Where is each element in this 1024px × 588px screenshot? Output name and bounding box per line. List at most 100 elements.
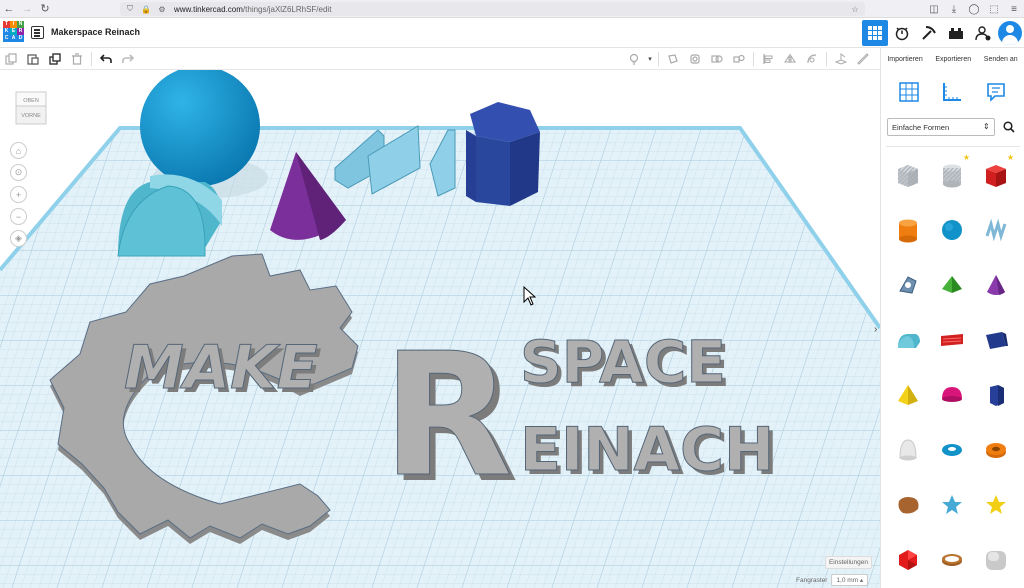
- redo-button[interactable]: [117, 48, 139, 70]
- workplane-button[interactable]: [830, 48, 852, 70]
- hole-button[interactable]: [684, 48, 706, 70]
- group-icon: [711, 55, 723, 63]
- edit-toolbar: ▾: [0, 48, 880, 70]
- cruise-button[interactable]: [801, 48, 823, 70]
- shape-box-hole[interactable]: [886, 147, 930, 202]
- undo-button[interactable]: [95, 48, 117, 70]
- shape-scribble[interactable]: [974, 202, 1018, 257]
- notes-button[interactable]: [623, 48, 645, 70]
- bookmark-star-icon[interactable]: ☆: [849, 3, 861, 15]
- send-to-button[interactable]: Senden an: [984, 56, 1018, 63]
- shape-button[interactable]: [662, 48, 684, 70]
- align-button[interactable]: [757, 48, 779, 70]
- export-button[interactable]: Exportieren: [935, 56, 971, 63]
- settings-button[interactable]: Einstellungen: [824, 556, 872, 569]
- shape-wedge[interactable]: [974, 312, 1018, 367]
- green-roof-icon: [942, 275, 962, 293]
- delete-button[interactable]: [66, 48, 88, 70]
- reload-icon[interactable]: ↻: [36, 0, 54, 18]
- perspective-button[interactable]: ◈: [10, 230, 27, 247]
- menu-icon[interactable]: ≡: [1004, 0, 1024, 18]
- shape-star[interactable]: [930, 477, 974, 532]
- snap-grid-select[interactable]: 1,0 mm ▴: [831, 574, 869, 586]
- shape-icosahedron[interactable]: [886, 532, 930, 587]
- blocks-button[interactable]: [916, 20, 942, 46]
- logo-tile: I: [10, 21, 17, 28]
- shape-ring[interactable]: [930, 532, 974, 587]
- shape-box[interactable]: ★: [974, 147, 1018, 202]
- shape-half-sphere[interactable]: [930, 367, 974, 422]
- pocket-icon[interactable]: ◫: [924, 0, 944, 18]
- ruler-angle-icon: [943, 83, 962, 101]
- shape-round-roof[interactable]: [886, 312, 930, 367]
- cube-icon: ◈: [15, 233, 22, 243]
- shape-cylinder-hole[interactable]: ★: [930, 147, 974, 202]
- notes-dropdown[interactable]: ▾: [645, 48, 655, 70]
- yellow-star-icon: [986, 494, 1006, 514]
- shape-polygon[interactable]: [974, 367, 1018, 422]
- fit-view-button[interactable]: ⊙: [10, 164, 27, 181]
- scene-svg: MAKE MAKE R R SPACE SPACE EINACH EINACH: [0, 70, 880, 588]
- view-cube[interactable]: OBEN VORNE: [14, 86, 48, 126]
- shape-torus[interactable]: [930, 422, 974, 477]
- shape-cylinder[interactable]: [886, 202, 930, 257]
- back-icon[interactable]: ←: [0, 0, 18, 18]
- account-icon[interactable]: ◯: [964, 0, 984, 18]
- ruler-button[interactable]: [852, 48, 874, 70]
- group-button[interactable]: [706, 48, 728, 70]
- duplicate-button[interactable]: [44, 48, 66, 70]
- shield-icon: ⛉: [127, 4, 133, 13]
- shape-pyramid[interactable]: [886, 367, 930, 422]
- shape-paraboloid[interactable]: [886, 422, 930, 477]
- user-avatar[interactable]: [998, 21, 1022, 45]
- teal-round-roof-icon: [898, 333, 920, 348]
- url-text: www.tinkercad.com/things/jaXlZ6LRhSF/edi…: [174, 5, 331, 14]
- tinkercad-logo[interactable]: T I N K E R C A D: [3, 21, 25, 43]
- shape-library-select[interactable]: Einfache Formen ⇕: [887, 118, 995, 136]
- project-title[interactable]: Makerspace Reinach: [51, 27, 140, 37]
- search-shapes-button[interactable]: [1001, 118, 1018, 136]
- shape-text[interactable]: [930, 312, 974, 367]
- shape-rounded-box[interactable]: [974, 532, 1018, 587]
- notes-tool-button[interactable]: [982, 78, 1010, 106]
- 3d-view-button[interactable]: [862, 20, 888, 46]
- shape-graphic[interactable]: [886, 257, 930, 312]
- blue-torus-icon: [942, 443, 962, 456]
- ruler-tool-button[interactable]: [938, 78, 966, 106]
- shape-tube[interactable]: [974, 422, 1018, 477]
- star-badge-icon: ★: [962, 153, 970, 162]
- design-list-icon[interactable]: [31, 26, 44, 39]
- shape-heart[interactable]: [974, 477, 1018, 532]
- download-icon[interactable]: ⤓: [944, 0, 964, 18]
- graphic-icon: [899, 275, 917, 294]
- workplane-canvas[interactable]: MAKE MAKE R R SPACE SPACE EINACH EINACH …: [0, 70, 880, 588]
- address-bar[interactable]: ⛉ 🔒 ⚙ www.tinkercad.com/things/jaXlZ6LRh…: [120, 2, 865, 16]
- mirror-button[interactable]: [779, 48, 801, 70]
- minus-icon: −: [15, 211, 22, 222]
- bricks-button[interactable]: [943, 20, 969, 46]
- yellow-pyramid-icon: [898, 384, 918, 405]
- copy-button[interactable]: [0, 48, 22, 70]
- orange-cylinder-icon: [899, 219, 917, 242]
- zoom-in-button[interactable]: +: [10, 186, 27, 203]
- view-cube-svg: OBEN VORNE: [15, 91, 47, 125]
- circuits-button[interactable]: [889, 20, 915, 46]
- add-user-button[interactable]: [970, 20, 996, 46]
- paste-button[interactable]: [22, 48, 44, 70]
- logo-tile: K: [3, 28, 10, 35]
- zoom-out-button[interactable]: −: [10, 208, 27, 225]
- shape-roof[interactable]: [930, 257, 974, 312]
- extensions-icon[interactable]: ⬚: [984, 0, 1004, 18]
- polygon-prism-shape[interactable]: [466, 102, 540, 206]
- forward-icon[interactable]: →: [18, 0, 36, 18]
- ungroup-button[interactable]: [728, 48, 750, 70]
- home-view-button[interactable]: ⌂: [10, 142, 27, 159]
- star-badge-icon: ★: [1006, 153, 1014, 162]
- mirror-icon: [784, 54, 796, 64]
- import-button[interactable]: Importieren: [887, 56, 922, 63]
- shape-sphere[interactable]: [930, 202, 974, 257]
- shape-cone[interactable]: [974, 257, 1018, 312]
- panel-collapse-chevron-icon[interactable]: ›: [874, 324, 877, 335]
- shape-blob[interactable]: [886, 477, 930, 532]
- workplane-tool-button[interactable]: [895, 78, 923, 106]
